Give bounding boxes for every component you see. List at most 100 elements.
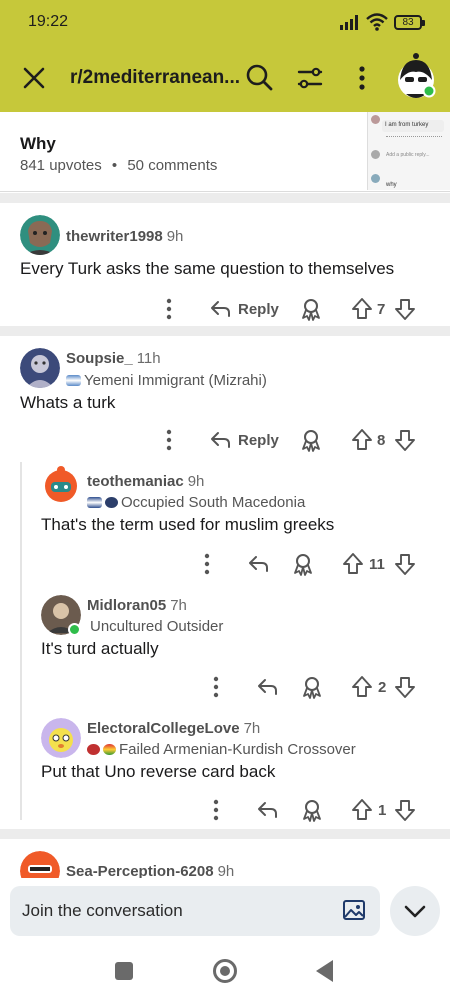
award-icon[interactable]: [292, 550, 314, 578]
award-icon[interactable]: [300, 295, 322, 323]
reply-icon: [211, 301, 230, 317]
comment-author[interactable]: Soupsie_ 11h: [66, 350, 161, 367]
divider: [0, 193, 450, 203]
flag-icon: [87, 743, 100, 755]
user-flair: Failed Armenian-Kurdish Crossover: [87, 741, 356, 758]
flag-icon: [87, 496, 102, 508]
comment-body: That's the term used for muslim greeks: [41, 515, 335, 534]
comment: Midloran05 7h Uncultured Outsider It's tu…: [0, 583, 450, 703]
username[interactable]: teothemaniac: [87, 473, 184, 490]
comment-author[interactable]: Midloran05 7h: [87, 597, 187, 614]
comment-body: Every Turk asks the same question to the…: [20, 259, 395, 278]
downvote-icon[interactable]: [394, 673, 416, 701]
upvote-icon[interactable]: [342, 550, 364, 578]
flag-icon: [66, 374, 81, 386]
system-nav-bar: [0, 948, 450, 1000]
emblem-icon: [105, 496, 118, 508]
flair-text: Yemeni Immigrant (Mizrahi): [84, 372, 267, 389]
post-title: Why: [20, 134, 56, 153]
subreddit-title[interactable]: r/2mediterranean...: [70, 67, 240, 89]
thumb-text-1: I am from turkey: [385, 122, 429, 128]
avatar[interactable]: [20, 348, 60, 388]
comment-body: It's turd actually: [41, 639, 159, 658]
upvote-icon[interactable]: [351, 295, 373, 323]
status-time: 19:22: [28, 13, 69, 30]
recents-button[interactable]: [115, 962, 133, 980]
upvote-icon[interactable]: [351, 673, 373, 701]
username[interactable]: Midloran05: [87, 597, 166, 614]
comment-author[interactable]: teothemaniac 9h: [87, 473, 204, 490]
comment-author[interactable]: thewriter1998 9h: [66, 228, 183, 245]
upvote-icon[interactable]: [351, 796, 373, 824]
comment-actions: 2: [0, 673, 450, 701]
comment: Sea-Perception-6208 9h: [0, 839, 450, 878]
comment-age: 7h: [243, 720, 261, 737]
thumb-row-3: [371, 174, 380, 183]
online-indicator: [68, 623, 81, 636]
battery-level: 83: [402, 17, 414, 28]
comment-actions: 1: [0, 796, 450, 824]
comment-actions: 11: [0, 550, 450, 578]
more-options-icon[interactable]: [200, 550, 214, 578]
username[interactable]: Sea-Perception-6208: [66, 863, 214, 878]
avatar[interactable]: [20, 215, 60, 255]
back-button[interactable]: [316, 960, 333, 982]
award-icon[interactable]: [301, 673, 323, 701]
sort-filter-icon[interactable]: [296, 64, 324, 92]
avatar[interactable]: [41, 464, 81, 504]
more-options-icon[interactable]: [209, 673, 223, 701]
post-thumbnail[interactable]: I am from turkey Add a public reply... w…: [367, 112, 450, 190]
avatar[interactable]: [20, 851, 60, 878]
thumb-bubble: I am from turkey: [382, 120, 444, 132]
image-upload-icon[interactable]: [342, 898, 366, 922]
close-icon[interactable]: [20, 64, 48, 92]
search-icon[interactable]: [244, 62, 274, 92]
comment-age: 9h: [187, 473, 205, 490]
comment: ElectoralCollegeLove 7h Failed Armenian-K…: [0, 706, 450, 826]
comment: Soupsie_ 11h Yemeni Immigrant (Mizrahi) W…: [0, 336, 450, 456]
reply-icon[interactable]: [246, 550, 270, 578]
more-options-icon[interactable]: [162, 295, 176, 323]
reply-icon: [211, 432, 230, 448]
comment: thewriter1998 9h Every Turk asks the same…: [0, 203, 450, 323]
post-summary[interactable]: Why 841 upvotes • 50 comments I am from …: [0, 112, 450, 192]
avatar[interactable]: [41, 718, 81, 758]
divider: [0, 326, 450, 336]
award-icon[interactable]: [300, 426, 322, 454]
more-options-icon[interactable]: [354, 64, 370, 92]
composer-placeholder: Join the conversation: [22, 901, 183, 920]
user-flair: Yemeni Immigrant (Mizrahi): [66, 372, 267, 389]
reply-button[interactable]: Reply: [208, 295, 279, 323]
downvote-icon[interactable]: [394, 426, 416, 454]
more-options-icon[interactable]: [162, 426, 176, 454]
username[interactable]: thewriter1998: [66, 228, 163, 245]
comment-author[interactable]: ElectoralCollegeLove 7h: [87, 720, 260, 737]
divider: [0, 829, 450, 839]
join-conversation-input[interactable]: Join the conversation: [10, 886, 380, 936]
vote-count: 7: [377, 300, 386, 318]
home-button[interactable]: [213, 959, 237, 983]
flair-text: Occupied South Macedonia: [121, 494, 306, 511]
battery-icon: 83: [394, 15, 425, 30]
comment-body: Put that Uno reverse card back: [41, 762, 276, 781]
reply-icon[interactable]: [255, 673, 279, 701]
signal-icon: [340, 15, 358, 30]
reply-icon[interactable]: [255, 796, 279, 824]
comment-age: 11h: [136, 350, 161, 367]
username[interactable]: ElectoralCollegeLove: [87, 720, 240, 737]
downvote-icon[interactable]: [394, 550, 416, 578]
award-icon[interactable]: [301, 796, 323, 824]
username[interactable]: Soupsie_: [66, 350, 133, 367]
downvote-icon[interactable]: [394, 796, 416, 824]
flair-text: Failed Armenian-Kurdish Crossover: [119, 741, 356, 758]
upvote-icon[interactable]: [351, 426, 373, 454]
comment-author[interactable]: Sea-Perception-6208 9h: [66, 863, 234, 878]
more-options-icon[interactable]: [209, 796, 223, 824]
downvote-icon[interactable]: [394, 295, 416, 323]
profile-avatar[interactable]: [394, 50, 438, 102]
reply-button[interactable]: Reply: [208, 426, 279, 454]
chevron-down-icon: [404, 905, 426, 918]
composer-bar: Join the conversation: [0, 878, 450, 948]
comment-actions: Reply 8: [0, 426, 450, 454]
next-comment-button[interactable]: [390, 886, 440, 936]
